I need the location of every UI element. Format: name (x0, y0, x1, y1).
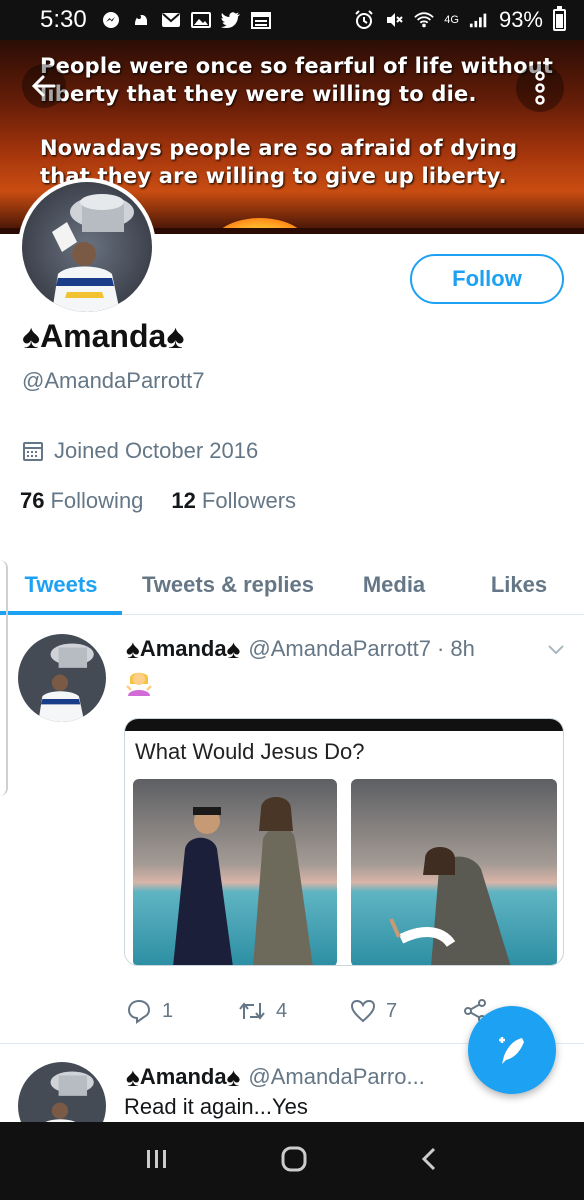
reply-count: 1 (162, 999, 174, 1022)
calendar-icon (23, 442, 43, 461)
followers-label: Followers (201, 488, 297, 513)
follow-counts: 76 Following 12 Followers (20, 488, 296, 514)
profile-tabs: Tweets Tweets & replies Media Likes (0, 555, 584, 615)
like-count: 7 (386, 999, 398, 1022)
gallery-icon (190, 11, 211, 29)
spade-icon: ♠ (22, 317, 41, 356)
woman-shrugging-emoji (126, 668, 152, 696)
twitter-profile-screen: 5:30 4G 93% People were once so fearful … (0, 0, 584, 1200)
follow-button[interactable]: Follow (410, 254, 564, 304)
followers-count: 12 (171, 488, 196, 513)
more-options-button[interactable] (516, 64, 564, 112)
profile-handle: @AmandaParrott7 (22, 368, 205, 393)
tweet-menu-button[interactable] (546, 642, 566, 661)
recent-apps-icon (147, 1149, 167, 1168)
display-name-text: Amanda (40, 318, 167, 354)
following-label: Following (50, 488, 144, 513)
media-caption: What Would Jesus Do? (135, 739, 365, 764)
android-navigation-bar (0, 1122, 584, 1200)
tweet-actions: 1 4 7 (126, 996, 506, 1026)
battery-icon (553, 6, 566, 31)
meme-right-panel (351, 779, 557, 965)
notification-icons (101, 11, 271, 29)
followers-link[interactable]: 12 Followers (171, 488, 296, 514)
following-count: 76 (20, 488, 45, 513)
notification-icon (131, 11, 151, 29)
tweet-time: · 8h (436, 636, 475, 661)
reply-icon (127, 999, 151, 1024)
back-button[interactable] (22, 64, 66, 108)
tweet-header: ♠ Amanda ♠ @AmandaParrott7 · 8h (126, 636, 475, 662)
status-time: 5:30 (40, 6, 87, 33)
messenger-icon (101, 11, 121, 29)
meme-left-panel (133, 779, 337, 965)
spade-icon: ♠ (126, 634, 140, 664)
gmail-icon (161, 11, 181, 29)
avatar-image (18, 634, 106, 722)
chevron-down-icon (548, 645, 564, 655)
compose-feather-icon (499, 1037, 524, 1064)
wifi-icon (414, 11, 434, 29)
network-type: 4G (444, 13, 459, 26)
tweet-text: Read it again...Yes (124, 1094, 308, 1119)
joined-text: Joined October 2016 (54, 438, 259, 463)
twitter-icon (220, 11, 241, 29)
banner-quote-line-2: Nowadays people are so afraid of dying t… (40, 136, 518, 188)
reply-button[interactable]: 1 (126, 998, 238, 1024)
tab-media[interactable]: Media (334, 555, 454, 615)
home-icon (281, 1146, 307, 1171)
tab-tweets-and-replies[interactable]: Tweets & replies (122, 555, 334, 615)
tweet-media[interactable]: What Would Jesus Do? (124, 718, 564, 966)
system-indicators: 4G 93% (354, 6, 566, 33)
banner-quote-line-1: People were once so fearful of life with… (40, 54, 554, 106)
back-chevron-icon (421, 1147, 435, 1170)
tweet-author-name[interactable]: ♠ Amanda ♠ (126, 636, 240, 662)
battery-percent: 93% (498, 7, 543, 32)
avatar-image (22, 182, 152, 312)
more-vertical-icon (535, 71, 545, 105)
mute-icon (384, 11, 404, 29)
retweet-count: 4 (276, 999, 288, 1022)
tweet-author-text: Amanda (139, 636, 227, 661)
compose-tweet-button[interactable] (468, 1006, 556, 1094)
recent-apps-button[interactable] (144, 1147, 170, 1176)
profile-avatar[interactable] (18, 178, 156, 316)
calendar-icon (250, 11, 271, 29)
profile-display-name: ♠ Amanda ♠ (22, 318, 184, 355)
spade-icon: ♠ (126, 1062, 140, 1092)
tab-tweets[interactable]: Tweets (0, 555, 122, 615)
joined-date: Joined October 2016 (22, 438, 258, 464)
retweet-button[interactable]: 4 (238, 999, 350, 1023)
retweet-icon (239, 1002, 265, 1020)
banner-quote: People were once so fearful of life with… (40, 52, 560, 190)
spade-icon: ♠ (166, 317, 185, 356)
tweet-author-name[interactable]: ♠ Amanda ♠ (126, 1064, 240, 1090)
tweet-author-text: Amanda (139, 1064, 227, 1089)
home-button[interactable] (279, 1144, 309, 1179)
spade-icon: ♠ (226, 634, 241, 664)
tweet-handle: @AmandaParro... (248, 1064, 425, 1089)
status-bar: 5:30 4G 93% (0, 0, 584, 40)
tweet-handle: @AmandaParrott7 (248, 636, 431, 661)
alarm-icon (354, 10, 374, 29)
following-link[interactable]: 76 Following (20, 488, 143, 514)
heart-icon (350, 999, 376, 1023)
back-arrow-icon (31, 75, 56, 97)
back-nav-button[interactable] (418, 1145, 440, 1178)
media-topbar (125, 719, 563, 731)
spade-icon: ♠ (226, 1062, 241, 1092)
signal-icon (469, 11, 489, 29)
scroll-edge-indicator (0, 560, 8, 796)
tweet-avatar[interactable] (18, 634, 106, 722)
tweet-header: ♠ Amanda ♠ @AmandaParro... (126, 1064, 425, 1090)
tab-likes[interactable]: Likes (454, 555, 584, 615)
like-button[interactable]: 7 (350, 999, 462, 1023)
